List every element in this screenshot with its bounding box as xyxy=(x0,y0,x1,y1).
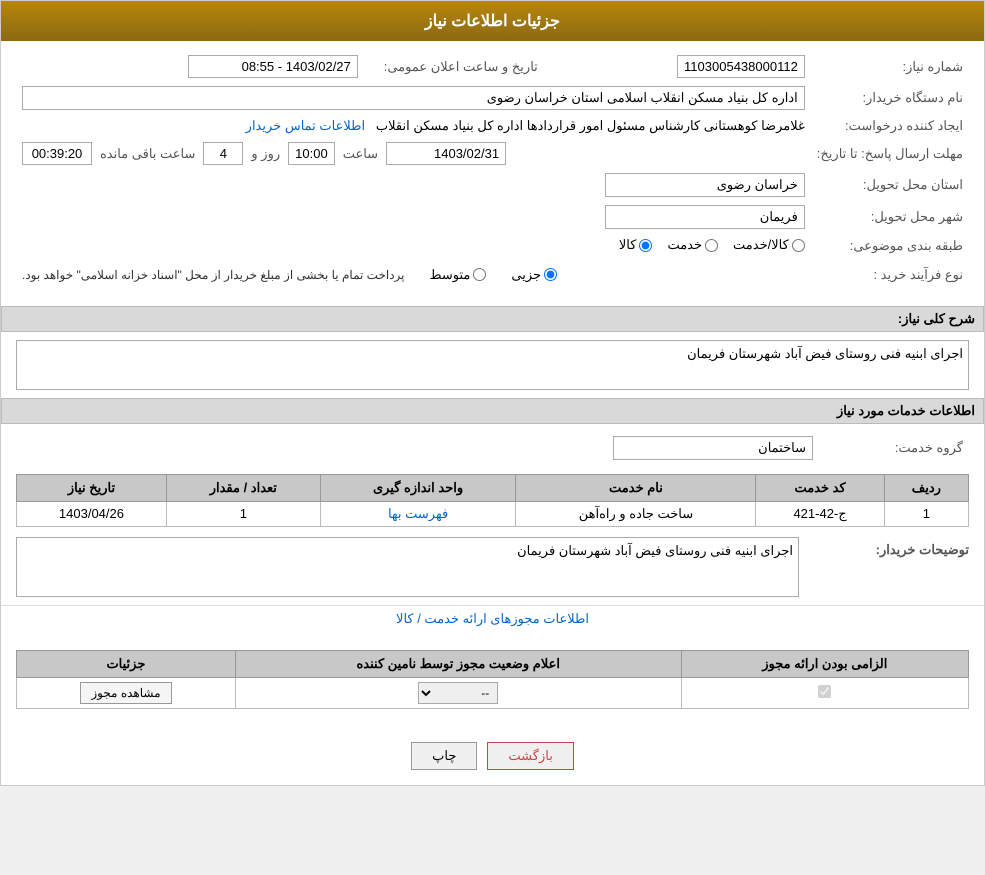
ijaad-konande-label: ایجاد کننده درخواست: xyxy=(811,114,969,138)
cell-tarikh: 1403/04/26 xyxy=(17,501,167,526)
shomare-niaz-value: 1103005438000112 xyxy=(677,55,805,78)
radio-kala[interactable] xyxy=(639,239,652,252)
col-elaaam: اعلام وضعیت مجوز توسط نامین کننده xyxy=(235,650,681,677)
cell-nam-khedmat: ساخت جاده و راه‌آهن xyxy=(516,501,756,526)
back-button[interactable]: بازگشت xyxy=(487,742,573,770)
radio-khedmat[interactable] xyxy=(705,239,718,252)
purchase-type-desc: پرداخت تمام یا بخشی از مبلغ خریدار از مح… xyxy=(22,268,405,282)
elzami-checkbox-cell xyxy=(681,677,968,708)
cell-radif: 1 xyxy=(884,501,968,526)
noe-farayand-label: نوع فرآیند خرید : xyxy=(811,259,969,291)
grohe-khedmat-label: گروه خدمت: xyxy=(819,432,969,464)
shomare-niaz-label: شماره نیاز: xyxy=(811,51,969,82)
radio-kala-khedmat-item[interactable]: کالا/خدمت xyxy=(733,237,805,253)
col-elzami: الزامی بودن ارائه مجوز xyxy=(681,650,968,677)
shahr-tahvil-value: فریمان xyxy=(605,205,805,229)
col-nam-khedmat: نام خدمت xyxy=(516,474,756,501)
saat-label: ساعت xyxy=(343,146,378,162)
col-joziyat: جزئیات xyxy=(17,650,236,677)
nam-dastgah-label: نام دستگاه خریدار: xyxy=(811,82,969,114)
elzami-checkbox xyxy=(818,685,831,698)
elaaam-cell: -- xyxy=(235,677,681,708)
radio-kala-item[interactable]: کالا xyxy=(619,237,653,253)
cell-vahed-andaze[interactable]: فهرست بها xyxy=(320,501,516,526)
toszihat-value: اجرای ابنیه فنی روستای فیض آباد شهرستان … xyxy=(16,537,799,597)
grohe-khedmat-value: ساختمان xyxy=(613,436,813,460)
view-mojooze-button[interactable]: مشاهده مجوز xyxy=(80,682,171,704)
shahr-tahvil-label: شهر محل تحویل: xyxy=(811,201,969,233)
radio-jozvi[interactable] xyxy=(544,268,557,281)
toszihat-label: توضیحات خریدار: xyxy=(809,537,969,558)
radio-motavasset[interactable] xyxy=(473,268,486,281)
radio-khedmat-item[interactable]: خدمت xyxy=(667,237,718,253)
mohlat-label: مهلت ارسال پاسخ: تا تاریخ: xyxy=(811,138,969,169)
tarikh-elan-label: تاریخ و ساعت اعلان عمومی: xyxy=(364,51,544,82)
sharh-koli-header: شرح کلی نیاز: xyxy=(1,306,984,332)
radio-jozvi-label: جزیی xyxy=(511,267,541,283)
footer-buttons: بازگشت چاپ xyxy=(1,727,984,785)
table-row: 1 ج-42-421 ساخت جاده و راه‌آهن فهرست بها… xyxy=(17,501,969,526)
col-vahed-andaze: واحد اندازه گیری xyxy=(320,474,516,501)
joziyat-cell: مشاهده مجوز xyxy=(17,677,236,708)
timer-value: 00:39:20 xyxy=(22,142,92,165)
tabaghe-bandi-label: طبقه بندی موضوعی: xyxy=(811,233,969,259)
license-row: -- مشاهده مجوز xyxy=(17,677,969,708)
cell-tedad: 1 xyxy=(166,501,320,526)
radio-motavasset-label: متوسط xyxy=(430,267,471,283)
radio-jozvi-item[interactable]: جزیی xyxy=(511,267,557,283)
page-title: جزئیات اطلاعات نیاز xyxy=(1,1,984,41)
radio-khedmat-label: خدمت xyxy=(667,237,702,253)
radio-kala-label: کالا xyxy=(619,237,637,253)
col-tedad: تعداد / مقدار xyxy=(166,474,320,501)
sharh-koli-value: اجرای ابنیه فنی روستای فیض آباد شهرستان … xyxy=(16,340,969,390)
rooz-value: 4 xyxy=(203,142,243,165)
mohlat-date-value: 1403/02/31 xyxy=(386,142,506,165)
saat-value: 10:00 xyxy=(288,142,335,165)
nam-dastgah-value: اداره کل بنیاد مسکن انقلاب اسلامی استان … xyxy=(22,86,805,110)
ostan-tahvil-value: خراسان رضوی xyxy=(605,173,805,197)
col-radif: ردیف xyxy=(884,474,968,501)
tarikh-elan-value: 1403/02/27 - 08:55 xyxy=(188,55,358,78)
rooz-label: روز و xyxy=(251,146,280,162)
contact-info-link[interactable]: اطلاعات تماس خریدار xyxy=(246,118,365,133)
radio-kala-khedmat-label: کالا/خدمت xyxy=(733,237,789,253)
radio-motavasset-item[interactable]: متوسط xyxy=(430,267,487,283)
ostan-tahvil-label: استان محل تحویل: xyxy=(811,169,969,201)
baghi-mande-label: ساعت باقی مانده xyxy=(100,146,195,162)
print-button[interactable]: چاپ xyxy=(411,742,477,770)
khadamat-header: اطلاعات خدمات مورد نیاز xyxy=(1,398,984,424)
elaaam-dropdown[interactable]: -- xyxy=(418,682,498,704)
ijaad-konande-value: غلامرضا کوهستانی کارشناس مسئول امور قرار… xyxy=(376,118,805,133)
cell-kod-khedmat: ج-42-421 xyxy=(756,501,884,526)
col-kod-khedmat: کد خدمت xyxy=(756,474,884,501)
mojooze-link[interactable]: اطلاعات مجوزهای ارائه خدمت / کالا xyxy=(396,611,589,626)
radio-kala-khedmat[interactable] xyxy=(792,239,805,252)
col-tarikh: تاریخ نیاز xyxy=(17,474,167,501)
